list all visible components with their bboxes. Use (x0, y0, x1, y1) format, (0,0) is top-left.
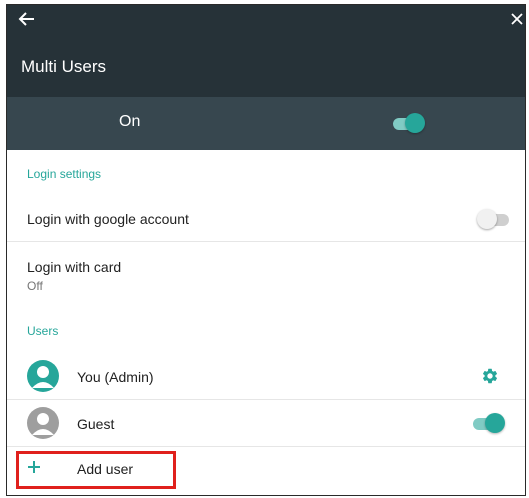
user-name-admin: You (Admin) (77, 369, 154, 385)
arrow-back-icon[interactable] (17, 11, 37, 27)
toggle-thumb (405, 113, 425, 133)
login-card-row[interactable]: Login with card Off (7, 242, 525, 300)
user-name-guest: Guest (77, 416, 115, 432)
master-switch-bar[interactable]: On (7, 97, 525, 150)
login-google-row[interactable]: Login with google account (7, 193, 525, 242)
login-google-label: Login with google account (27, 211, 189, 227)
person-icon (27, 407, 59, 439)
settings-gear-icon[interactable] (481, 367, 499, 390)
login-google-toggle[interactable] (477, 209, 511, 229)
person-icon (27, 360, 59, 392)
toggle-thumb (477, 209, 497, 229)
guest-toggle[interactable] (471, 413, 505, 433)
login-card-label: Login with card (27, 259, 122, 275)
users-header: Users (27, 324, 59, 338)
user-row-admin[interactable]: You (Admin) (7, 353, 525, 400)
user-row-guest[interactable]: Guest (7, 400, 525, 447)
page-title: Multi Users (21, 57, 107, 76)
multi-users-screen: Multi Users On Login settings Login with… (6, 4, 526, 496)
login-card-summary: Off (27, 279, 43, 293)
login-settings-header: Login settings (27, 167, 102, 181)
app-bar: Multi Users (7, 5, 525, 97)
close-icon[interactable] (509, 11, 525, 27)
annotation-highlight-box (16, 451, 176, 489)
master-switch-label: On (119, 113, 141, 130)
toggle-thumb (485, 413, 505, 433)
master-toggle[interactable] (391, 113, 425, 133)
